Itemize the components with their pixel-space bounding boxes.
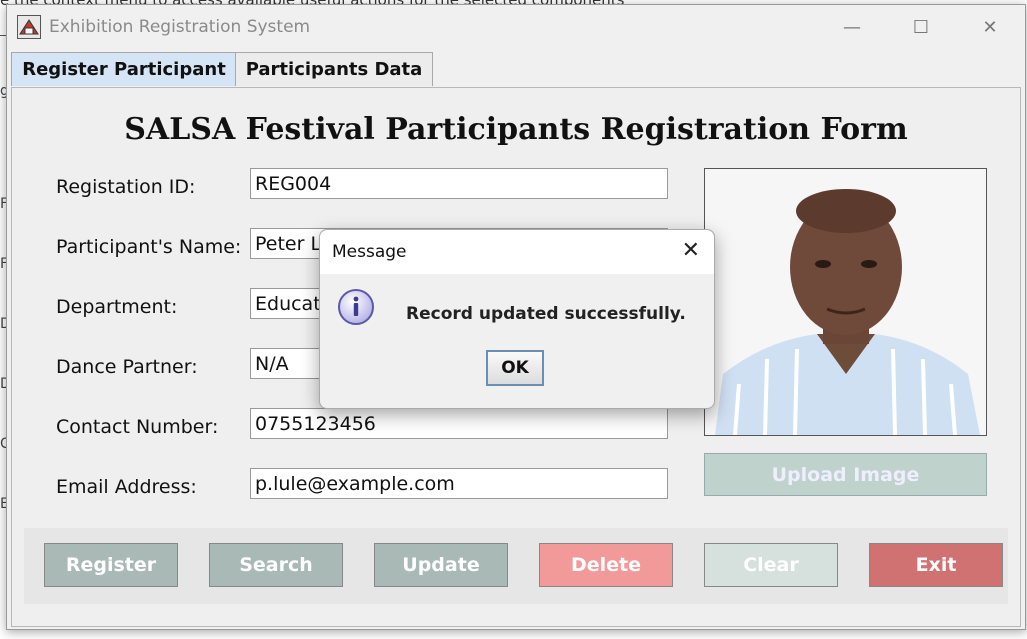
clear-button[interactable]: Clear: [704, 543, 838, 587]
minimize-button[interactable]: —: [829, 11, 875, 43]
dialog-title-bar[interactable]: Message ✕: [320, 230, 714, 274]
tab-register-participant[interactable]: Register Participant: [11, 52, 237, 86]
delete-button[interactable]: Delete: [539, 543, 673, 587]
register-button[interactable]: Register: [44, 543, 178, 587]
information-icon: [337, 288, 375, 330]
exit-button[interactable]: Exit: [869, 543, 1003, 587]
window-title: Exhibition Registration System: [49, 17, 311, 37]
tab-participants-data[interactable]: Participants Data: [235, 52, 433, 86]
registration-id-label: Registation ID:: [56, 176, 196, 198]
update-button[interactable]: Update: [374, 543, 508, 587]
participant-name-label: Participant's Name:: [56, 236, 242, 258]
close-button[interactable]: ✕: [967, 11, 1013, 43]
email-address-label: Email Address:: [56, 476, 197, 498]
dialog-message: Record updated successfully.: [406, 304, 686, 324]
java-app-icon: [17, 15, 41, 39]
dance-partner-label: Dance Partner:: [56, 356, 198, 378]
ok-button[interactable]: OK: [486, 350, 544, 386]
title-bar[interactable]: Exhibition Registration System — ☐ ✕: [7, 5, 1025, 49]
email-address-field[interactable]: p.lule@example.com: [250, 468, 668, 499]
action-button-panel: Register Search Update Delete Clear Exit: [24, 528, 1008, 604]
tab-strip: Register Participant Participants Data: [7, 49, 1025, 87]
department-label: Department:: [56, 296, 178, 318]
dialog-title: Message: [332, 242, 407, 262]
registration-id-field[interactable]: REG004: [250, 168, 668, 199]
form-title: SALSA Festival Participants Registration…: [124, 112, 908, 147]
contact-number-label: Contact Number:: [56, 416, 219, 438]
search-button[interactable]: Search: [209, 543, 343, 587]
maximize-button[interactable]: ☐: [898, 11, 944, 43]
upload-image-button[interactable]: Upload Image: [704, 453, 987, 496]
contact-number-field[interactable]: 0755123456: [250, 408, 668, 439]
participant-photo: [704, 168, 987, 436]
dialog-close-button[interactable]: ✕: [682, 238, 700, 263]
message-dialog: Message ✕ Record updated successfully. O…: [319, 229, 715, 409]
